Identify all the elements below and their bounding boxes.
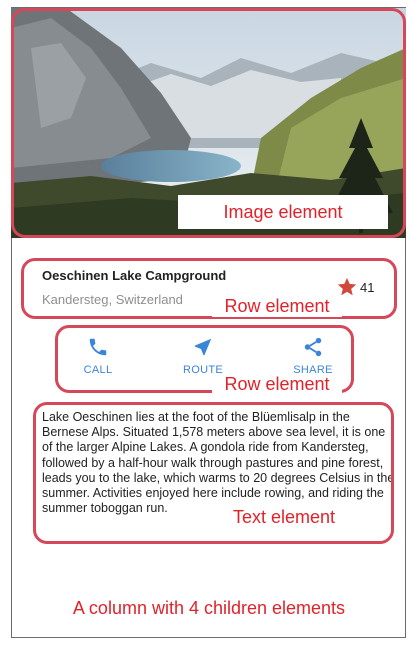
buttons-row-callout: Row element	[212, 373, 342, 395]
image-element-callout: Image element	[178, 195, 388, 229]
text-element-callout: Text element	[188, 500, 380, 534]
column-callout: A column with 4 children elements	[20, 590, 398, 626]
title-row-callout: Row element	[212, 295, 342, 317]
